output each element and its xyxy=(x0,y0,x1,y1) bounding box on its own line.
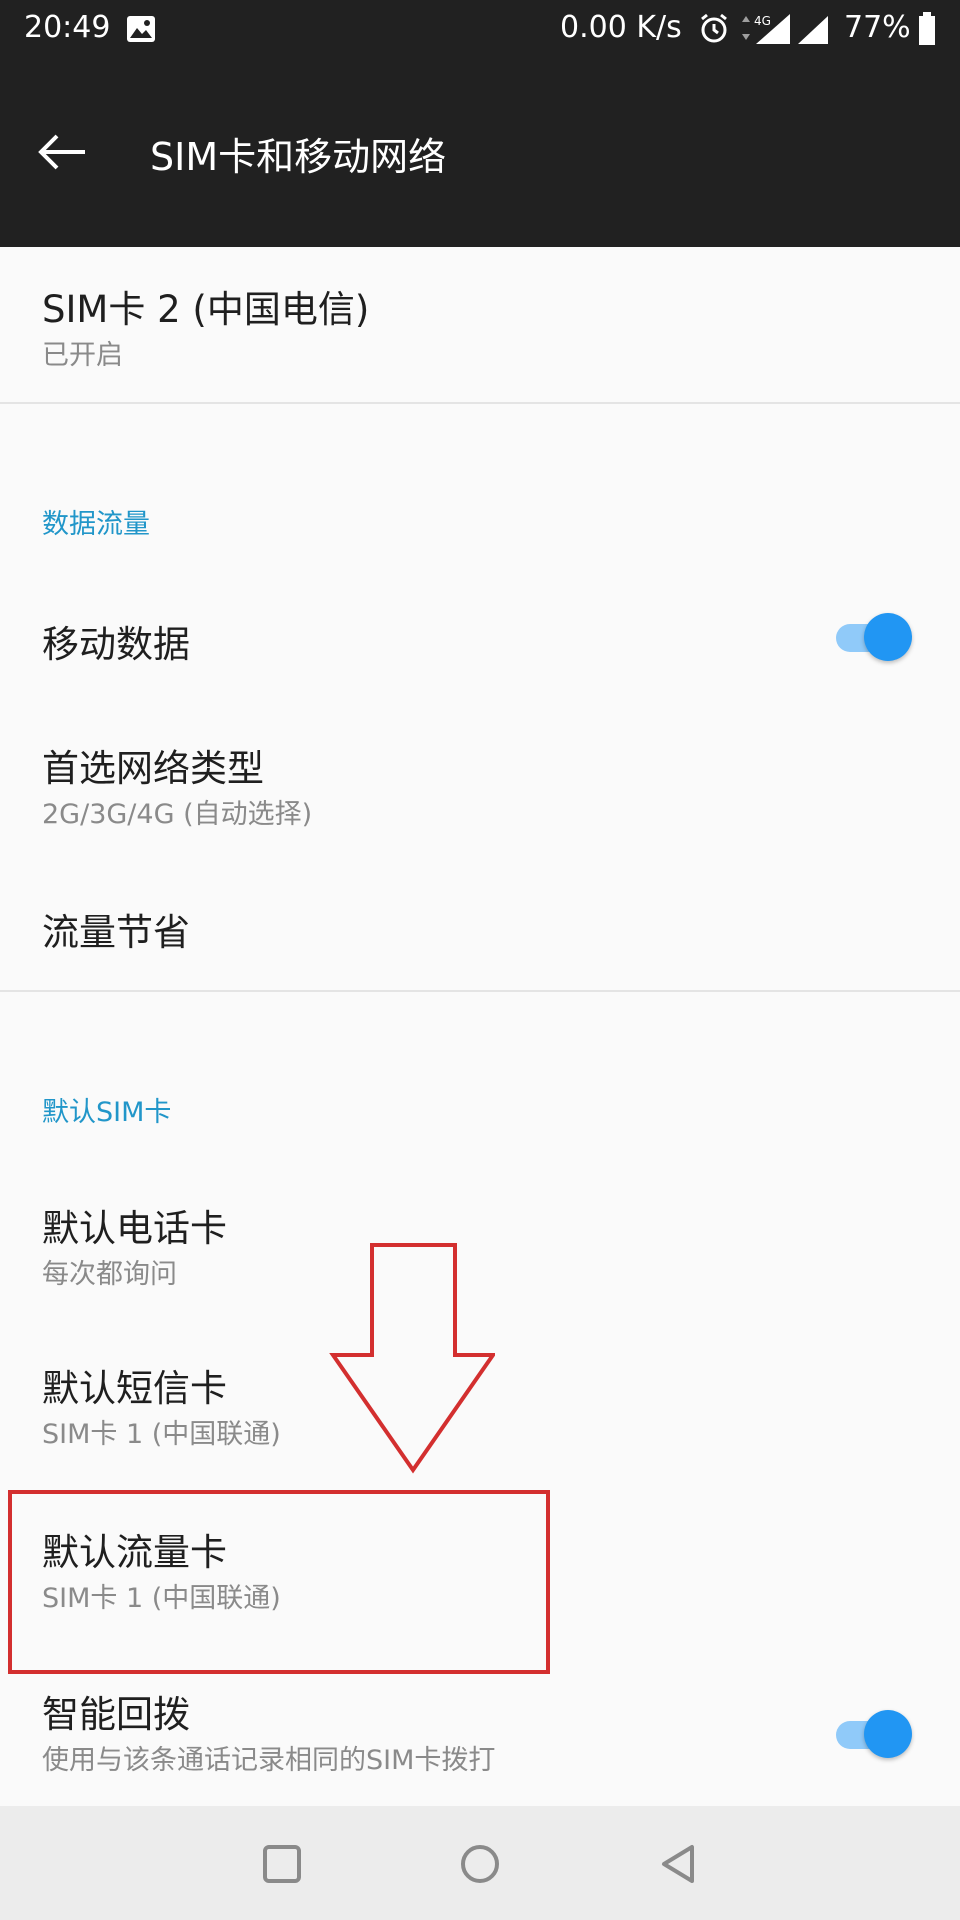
app-toolbar: SIM卡和移动网络 xyxy=(0,58,960,247)
toggle-thumb xyxy=(864,613,912,661)
data-saver-item[interactable]: 流量节省 xyxy=(0,866,960,986)
default-sms-card-label: 默认短信卡 xyxy=(42,1367,227,1410)
divider xyxy=(0,990,960,992)
back-button[interactable] xyxy=(30,120,94,184)
default-call-card-value: 每次都询问 xyxy=(42,1259,177,1290)
home-button[interactable] xyxy=(450,1834,510,1894)
sim2-status: 已开启 xyxy=(42,340,123,371)
mobile-data-toggle[interactable] xyxy=(832,613,912,663)
network-type-label: 4G xyxy=(754,14,771,28)
status-bar: 20:49 0.00 K/s 4G 77% xyxy=(0,0,960,58)
battery-icon xyxy=(918,12,936,54)
mobile-data-item[interactable]: 移动数据 xyxy=(0,580,960,696)
default-data-card-item[interactable]: 默认流量卡 SIM卡 1 (中国联通) xyxy=(0,1494,960,1670)
signal-4g-icon: 4G xyxy=(738,12,794,54)
data-saver-label: 流量节省 xyxy=(42,911,190,954)
preferred-network-label: 首选网络类型 xyxy=(42,747,264,790)
default-call-card-item[interactable]: 默认电话卡 每次都询问 xyxy=(0,1150,960,1300)
section-header-data: 数据流量 xyxy=(42,509,150,540)
default-sms-card-item[interactable]: 默认短信卡 SIM卡 1 (中国联通) xyxy=(0,1330,960,1480)
gallery-notification-icon xyxy=(126,15,156,51)
navigation-bar xyxy=(0,1806,960,1920)
smart-callback-description: 使用与该条通话记录相同的SIM卡拨打 xyxy=(42,1745,496,1776)
section-header-default-sim: 默认SIM卡 xyxy=(42,1097,172,1128)
default-data-card-label: 默认流量卡 xyxy=(42,1531,227,1574)
smart-callback-label: 智能回拨 xyxy=(42,1693,190,1736)
recent-apps-button[interactable] xyxy=(252,1834,312,1894)
page-title: SIM卡和移动网络 xyxy=(150,135,447,179)
sim2-title: SIM卡 2 (中国电信) xyxy=(42,288,370,331)
default-call-card-label: 默认电话卡 xyxy=(42,1207,227,1250)
smart-callback-item[interactable]: 智能回拨 使用与该条通话记录相同的SIM卡拨打 xyxy=(0,1670,960,1806)
triangle-back-icon xyxy=(662,1845,694,1883)
sim2-item[interactable]: SIM卡 2 (中国电信) 已开启 xyxy=(0,247,960,402)
status-time: 20:49 xyxy=(24,10,111,45)
default-sms-card-value: SIM卡 1 (中国联通) xyxy=(42,1419,281,1450)
battery-percentage: 77% xyxy=(844,10,911,45)
smart-callback-toggle[interactable] xyxy=(832,1710,912,1760)
default-data-card-value: SIM卡 1 (中国联通) xyxy=(42,1583,281,1614)
signal-strength-icon xyxy=(796,14,830,54)
square-icon xyxy=(263,1845,301,1883)
arrow-left-icon xyxy=(38,134,85,170)
circle-icon xyxy=(461,1845,499,1883)
back-nav-button[interactable] xyxy=(648,1834,708,1894)
preferred-network-value: 2G/3G/4G (自动选择) xyxy=(42,799,313,830)
toggle-thumb xyxy=(864,1710,912,1758)
divider xyxy=(0,402,960,404)
network-speed: 0.00 K/s xyxy=(560,10,682,45)
alarm-icon xyxy=(698,13,730,53)
preferred-network-item[interactable]: 首选网络类型 2G/3G/4G (自动选择) xyxy=(0,710,960,850)
mobile-data-label: 移动数据 xyxy=(42,623,190,666)
